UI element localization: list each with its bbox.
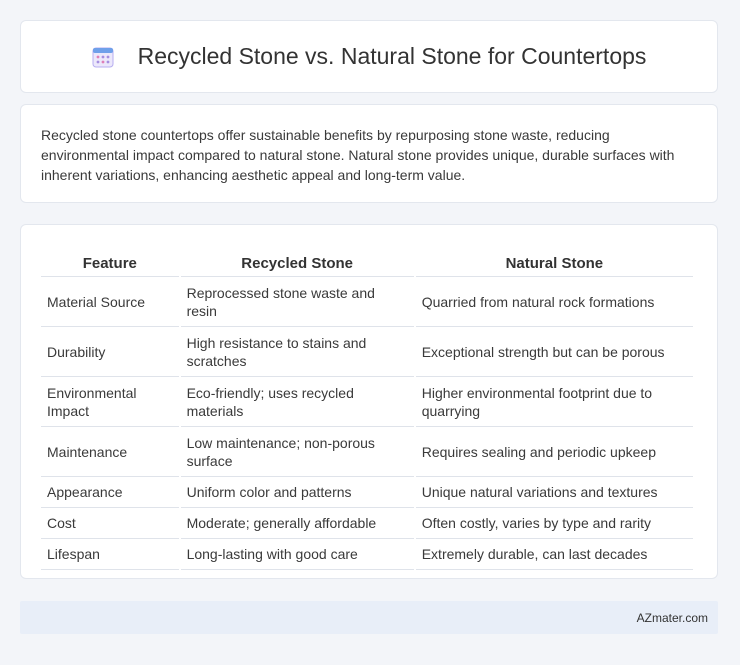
feature-cell: Lifespan xyxy=(41,539,179,570)
natural-cell: Unique natural variations and textures xyxy=(415,477,693,508)
recycled-cell: Low maintenance; non-porous surface xyxy=(180,427,414,477)
feature-cell: Maintenance xyxy=(41,427,179,477)
title-wrap: Recycled Stone vs. Natural Stone for Cou… xyxy=(92,43,647,70)
natural-cell: Often costly, varies by type and rarity xyxy=(415,508,693,539)
recycled-cell: Long-lasting with good care xyxy=(180,539,414,570)
natural-cell: Requires sealing and periodic upkeep xyxy=(415,427,693,477)
comparison-table: Feature Recycled Stone Natural Stone Mat… xyxy=(39,245,695,570)
feature-cell: Environmental Impact xyxy=(41,377,179,427)
footer-credit: AZmater.com xyxy=(636,610,708,625)
column-header-feature: Feature xyxy=(41,245,179,277)
natural-cell: Quarried from natural rock formations xyxy=(415,277,693,327)
summary-text: Recycled stone countertops offer sustain… xyxy=(41,127,675,183)
feature-cell: Durability xyxy=(41,327,179,377)
page-title: Recycled Stone vs. Natural Stone for Cou… xyxy=(137,43,647,69)
feature-cell: Material Source xyxy=(41,277,179,327)
column-header-recycled-stone: Recycled Stone xyxy=(180,245,414,277)
calendar-icon xyxy=(92,47,114,67)
table-row: Durability High resistance to stains and… xyxy=(41,327,693,377)
table-row: Environmental Impact Eco-friendly; uses … xyxy=(41,377,693,427)
natural-cell: Higher environmental footprint due to qu… xyxy=(415,377,693,427)
table-row: Maintenance Low maintenance; non-porous … xyxy=(41,427,693,477)
feature-cell: Appearance xyxy=(41,477,179,508)
title-card: Recycled Stone vs. Natural Stone for Cou… xyxy=(20,20,718,93)
table-header-row: Feature Recycled Stone Natural Stone xyxy=(41,245,693,277)
table-row: Lifespan Long-lasting with good care Ext… xyxy=(41,539,693,570)
table-row: Material Source Reprocessed stone waste … xyxy=(41,277,693,327)
recycled-cell: Reprocessed stone waste and resin xyxy=(180,277,414,327)
column-header-natural-stone: Natural Stone xyxy=(415,245,693,277)
comparison-table-card: Feature Recycled Stone Natural Stone Mat… xyxy=(20,224,718,579)
summary-card: Recycled stone countertops offer sustain… xyxy=(20,104,718,203)
table-row: Cost Moderate; generally affordable Ofte… xyxy=(41,508,693,539)
footer-bar: AZmater.com xyxy=(20,601,718,634)
recycled-cell: Uniform color and patterns xyxy=(180,477,414,508)
natural-cell: Exceptional strength but can be porous xyxy=(415,327,693,377)
recycled-cell: Moderate; generally affordable xyxy=(180,508,414,539)
feature-cell: Cost xyxy=(41,508,179,539)
recycled-cell: Eco-friendly; uses recycled materials xyxy=(180,377,414,427)
recycled-cell: High resistance to stains and scratches xyxy=(180,327,414,377)
natural-cell: Extremely durable, can last decades xyxy=(415,539,693,570)
table-row: Appearance Uniform color and patterns Un… xyxy=(41,477,693,508)
